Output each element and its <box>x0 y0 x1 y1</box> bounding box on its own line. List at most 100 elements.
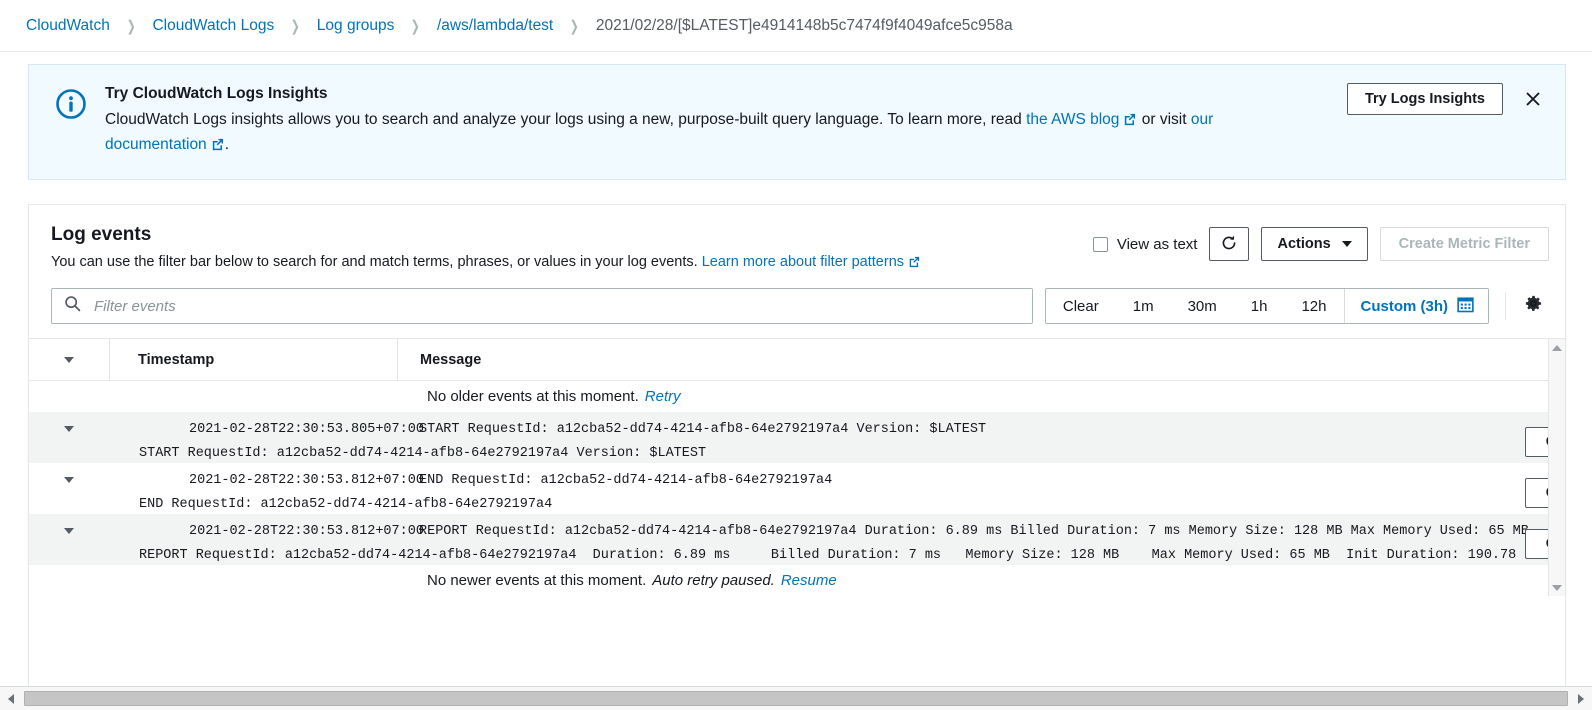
time-range-custom[interactable]: Custom (3h) <box>1343 289 1488 324</box>
column-header-timestamp[interactable]: Timestamp <box>109 339 397 381</box>
older-events-notice: No older events at this moment. Retry <box>29 381 1565 413</box>
horizontal-scrollbar[interactable] <box>0 686 1592 710</box>
banner-description: CloudWatch Logs insights allows you to s… <box>105 109 1315 159</box>
time-range-group: Clear 1m 30m 1h 12h Custom (3h) <box>1044 288 1489 325</box>
external-link-icon <box>1123 111 1136 134</box>
row-message: START RequestId: a12cba52-dd74-4214-afb8… <box>419 422 987 438</box>
log-events-header: Log events You can use the filter bar be… <box>29 205 1565 288</box>
settings-button[interactable] <box>1505 292 1549 321</box>
banner-text-part3: . <box>224 136 229 154</box>
search-input[interactable] <box>92 296 1020 316</box>
banner-text-part2: or visit <box>1137 111 1191 129</box>
row-expand-toggle[interactable] <box>29 422 109 433</box>
row-message: END RequestId: a12cba52-dd74-4214-afb8-6… <box>419 473 833 489</box>
breadcrumb-separator: ❯ <box>126 17 136 35</box>
breadcrumb-item-4: 2021/02/28/[$LATEST]e4914148b5c7474f9f40… <box>595 16 1013 34</box>
breadcrumb-separator: ❯ <box>411 17 421 35</box>
scroll-left-button[interactable] <box>0 687 22 710</box>
log-event-rows: 2021-02-28T22:30:53.805+07:00 START Reque… <box>29 412 1565 566</box>
row-message-detail: REPORT RequestId: a12cba52-dd74-4214-afb… <box>139 548 1541 564</box>
banner-text-part1: CloudWatch Logs insights allows you to s… <box>105 111 1027 129</box>
scroll-up-button[interactable] <box>1549 339 1565 357</box>
info-icon <box>55 88 87 125</box>
log-events-table: Timestamp Message No older events at thi… <box>29 338 1565 597</box>
column-header-message[interactable]: Message <box>397 339 1565 381</box>
row-expand-toggle[interactable] <box>29 473 109 484</box>
filter-events-box[interactable] <box>51 288 1033 325</box>
custom-range-label: Custom (3h) <box>1360 297 1449 315</box>
cloudwatch-log-events-page: CloudWatch ❯ CloudWatch Logs ❯ Log groups ❯ /a… <box>0 0 1592 710</box>
horizontal-scrollbar-thumb[interactable] <box>24 691 1568 706</box>
triangle-right-icon <box>1578 693 1584 704</box>
breadcrumb-item-1[interactable]: CloudWatch Logs <box>152 17 274 35</box>
retry-link[interactable]: Retry <box>645 388 681 405</box>
triangle-up-icon <box>1552 344 1562 351</box>
view-as-text-label: View as text <box>1116 235 1198 253</box>
breadcrumb-item-0[interactable]: CloudWatch <box>26 17 110 35</box>
scroll-right-button[interactable] <box>1570 687 1592 710</box>
expand-all-toggle[interactable] <box>29 339 109 380</box>
banner-actions: Try Logs Insights <box>1346 83 1547 115</box>
chevron-down-icon <box>1341 241 1352 248</box>
row-message-detail: END RequestId: a12cba52-dd74-4214-afb8-6… <box>139 497 553 513</box>
row-message: REPORT RequestId: a12cba52-dd74-4214-afb… <box>419 524 1547 540</box>
triangle-down-icon <box>1552 584 1562 591</box>
time-range-1h[interactable]: 1h <box>1234 289 1285 323</box>
time-range-clear[interactable]: Clear <box>1046 289 1116 323</box>
row-expand-toggle[interactable] <box>29 524 109 535</box>
subtitle-text: You can use the filter bar below to sear… <box>51 253 702 270</box>
log-events-subtitle: You can use the filter bar below to sear… <box>51 252 1093 274</box>
newer-events-notice: No newer events at this moment. Auto ret… <box>29 565 1565 597</box>
refresh-button[interactable] <box>1209 227 1250 262</box>
calendar-icon <box>1457 296 1474 317</box>
actions-dropdown-button[interactable]: Actions <box>1261 227 1368 262</box>
search-icon <box>64 295 81 317</box>
gear-icon <box>1524 294 1543 318</box>
vertical-scrollbar[interactable] <box>1548 339 1565 597</box>
view-as-text-toggle[interactable]: View as text <box>1092 235 1198 253</box>
breadcrumb-item-2[interactable]: Log groups <box>317 17 395 35</box>
row-timestamp: 2021-02-28T22:30:53.812+07:00 <box>189 473 424 489</box>
chevron-down-icon <box>64 426 74 433</box>
breadcrumb: CloudWatch ❯ CloudWatch Logs ❯ Log groups ❯ /a… <box>0 0 1592 52</box>
chevron-down-icon <box>64 356 74 363</box>
banner-title: Try CloudWatch Logs Insights <box>105 85 328 102</box>
external-link-icon <box>211 136 224 159</box>
refresh-icon <box>1220 234 1238 255</box>
logs-insights-banner: Try CloudWatch Logs Insights CloudWatch … <box>28 64 1566 181</box>
chevron-down-icon <box>64 528 74 535</box>
create-metric-filter-button[interactable]: Create Metric Filter <box>1379 227 1549 262</box>
documentation-link-part2[interactable]: documentation <box>105 136 207 153</box>
table-row[interactable]: 2021-02-28T22:30:53.805+07:00 START Reque… <box>29 412 1565 464</box>
log-events-card: Log events You can use the filter bar be… <box>28 204 1566 700</box>
older-events-text: No older events at this moment. <box>427 388 639 406</box>
table-row[interactable]: 2021-02-28T22:30:53.812+07:00 END Request… <box>29 463 1565 515</box>
time-range-12h[interactable]: 12h <box>1284 289 1343 323</box>
try-logs-insights-button[interactable]: Try Logs Insights <box>1346 83 1503 115</box>
filter-toolbar: Clear1m30m1h12h Custom (3h) <box>29 288 1565 338</box>
newer-events-text: No newer events at this moment. <box>427 572 647 590</box>
breadcrumb-separator: ❯ <box>290 17 301 35</box>
triangle-left-icon <box>8 693 14 704</box>
row-timestamp: 2021-02-28T22:30:53.812+07:00 <box>189 524 424 540</box>
row-message-detail: START RequestId: a12cba52-dd74-4214-afb8… <box>139 446 707 462</box>
auto-retry-status: Auto retry paused. <box>652 572 775 590</box>
close-banner-button[interactable] <box>1519 85 1547 113</box>
time-range-1m[interactable]: 1m <box>1116 289 1171 323</box>
page-title: Log events <box>51 224 152 246</box>
actions-label: Actions <box>1277 236 1331 253</box>
documentation-link-part1[interactable]: our <box>1191 111 1213 128</box>
time-range-30m[interactable]: 30m <box>1171 289 1234 323</box>
row-timestamp: 2021-02-28T22:30:53.805+07:00 <box>189 422 424 438</box>
chevron-down-icon <box>64 477 74 484</box>
breadcrumb-separator: ❯ <box>570 17 580 35</box>
breadcrumb-item-3[interactable]: /aws/lambda/test <box>437 17 553 35</box>
view-as-text-checkbox[interactable] <box>1092 236 1108 252</box>
resume-link[interactable]: Resume <box>781 572 837 589</box>
filter-patterns-link[interactable]: Learn more about filter patterns <box>702 254 904 270</box>
scroll-down-button[interactable] <box>1549 579 1565 597</box>
aws-blog-link[interactable]: the AWS blog <box>1026 111 1119 128</box>
table-row[interactable]: 2021-02-28T22:30:53.812+07:00 REPORT Requ… <box>29 514 1565 566</box>
external-link-icon <box>908 254 920 274</box>
table-header-row: Timestamp Message <box>29 339 1565 382</box>
